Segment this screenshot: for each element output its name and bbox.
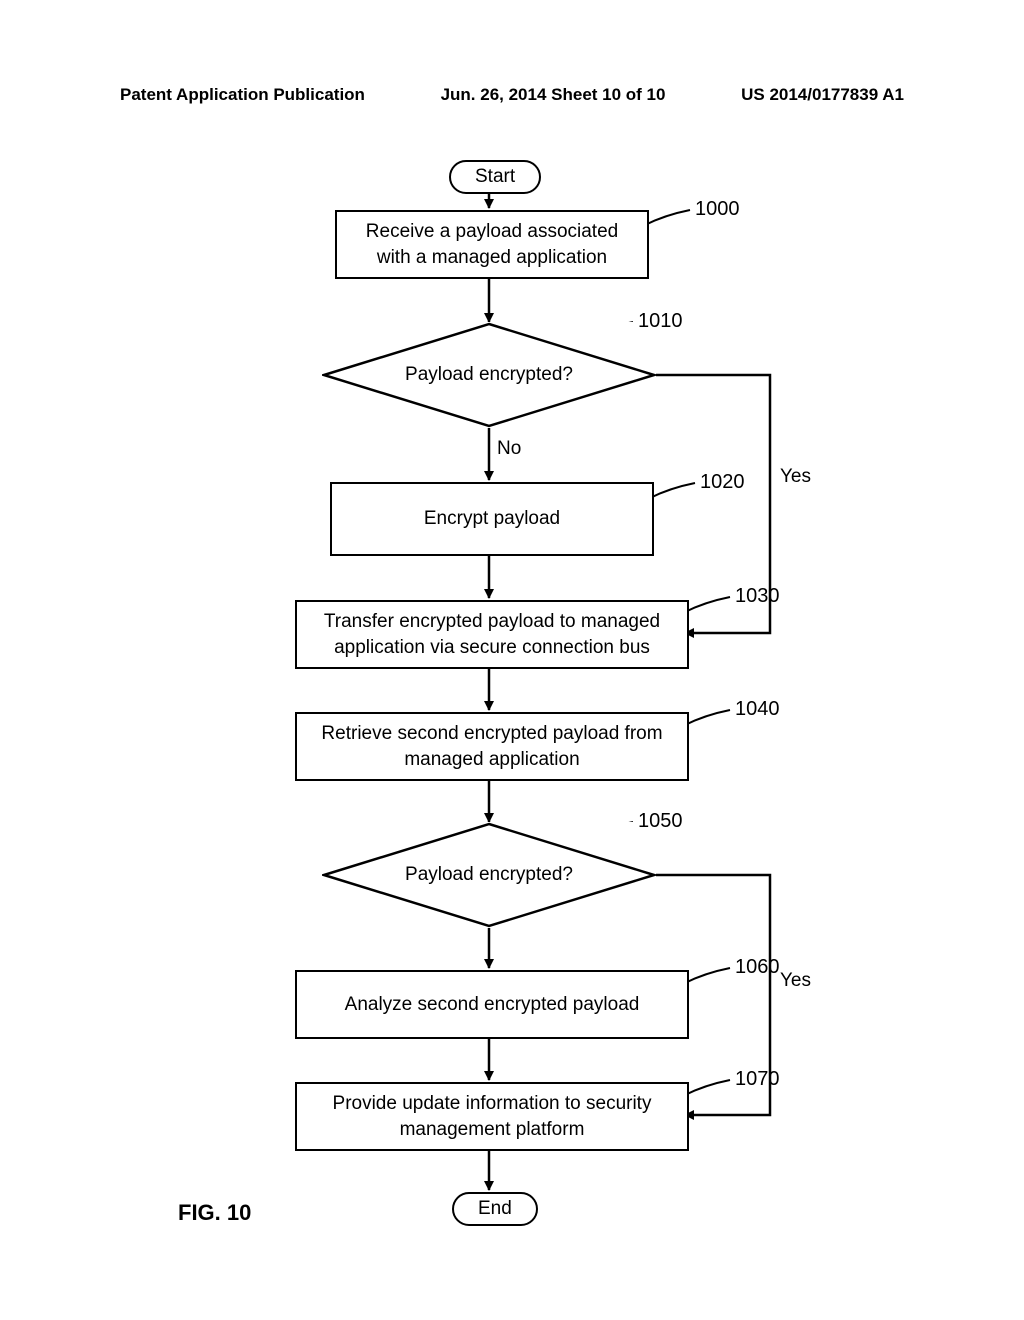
decision-1050-text: Payload encrypted? [322,864,656,886]
process-1030-line2: application via secure connection bus [334,635,650,661]
ref-1000: 1000 [695,198,740,221]
process-1070-line2: management platform [400,1117,585,1143]
process-1030-line1: Transfer encrypted payload to managed [324,609,660,635]
process-1020-text: Encrypt payload [424,506,560,532]
end-terminator: End [452,1192,538,1226]
edge-no-1010: No [497,438,521,460]
process-1060-text: Analyze second encrypted payload [345,992,640,1018]
process-1070: Provide update information to security m… [295,1082,689,1151]
decision-1050: Payload encrypted? [322,822,656,928]
process-1070-line1: Provide update information to security [333,1091,652,1117]
process-1040-line1: Retrieve second encrypted payload from [321,721,662,747]
start-terminator: Start [449,160,541,194]
process-1040: Retrieve second encrypted payload from m… [295,712,689,781]
process-1060: Analyze second encrypted payload [295,970,689,1039]
ref-1070: 1070 [735,1068,780,1091]
process-1030: Transfer encrypted payload to managed ap… [295,600,689,669]
ref-1050: 1050 [638,810,683,833]
header-left: Patent Application Publication [120,85,365,105]
header-right: US 2014/0177839 A1 [741,85,904,105]
ref-1060: 1060 [735,956,780,979]
decision-1010-text: Payload encrypted? [322,364,656,386]
figure-label: FIG. 10 [178,1200,251,1226]
page-header: Patent Application Publication Jun. 26, … [120,85,904,105]
process-1000: Receive a payload associated with a mana… [335,210,649,279]
decision-1010: Payload encrypted? [322,322,656,428]
edge-yes-1010: Yes [780,466,811,488]
ref-1030: 1030 [735,585,780,608]
process-1000-line2: with a managed application [377,245,607,271]
ref-1020: 1020 [700,471,745,494]
process-1040-line2: managed application [404,747,579,773]
header-center: Jun. 26, 2014 Sheet 10 of 10 [441,85,666,105]
edge-yes-1050: Yes [780,970,811,992]
process-1020: Encrypt payload [330,482,654,556]
process-1000-line1: Receive a payload associated [366,219,618,245]
ref-1010: 1010 [638,310,683,333]
ref-1040: 1040 [735,698,780,721]
